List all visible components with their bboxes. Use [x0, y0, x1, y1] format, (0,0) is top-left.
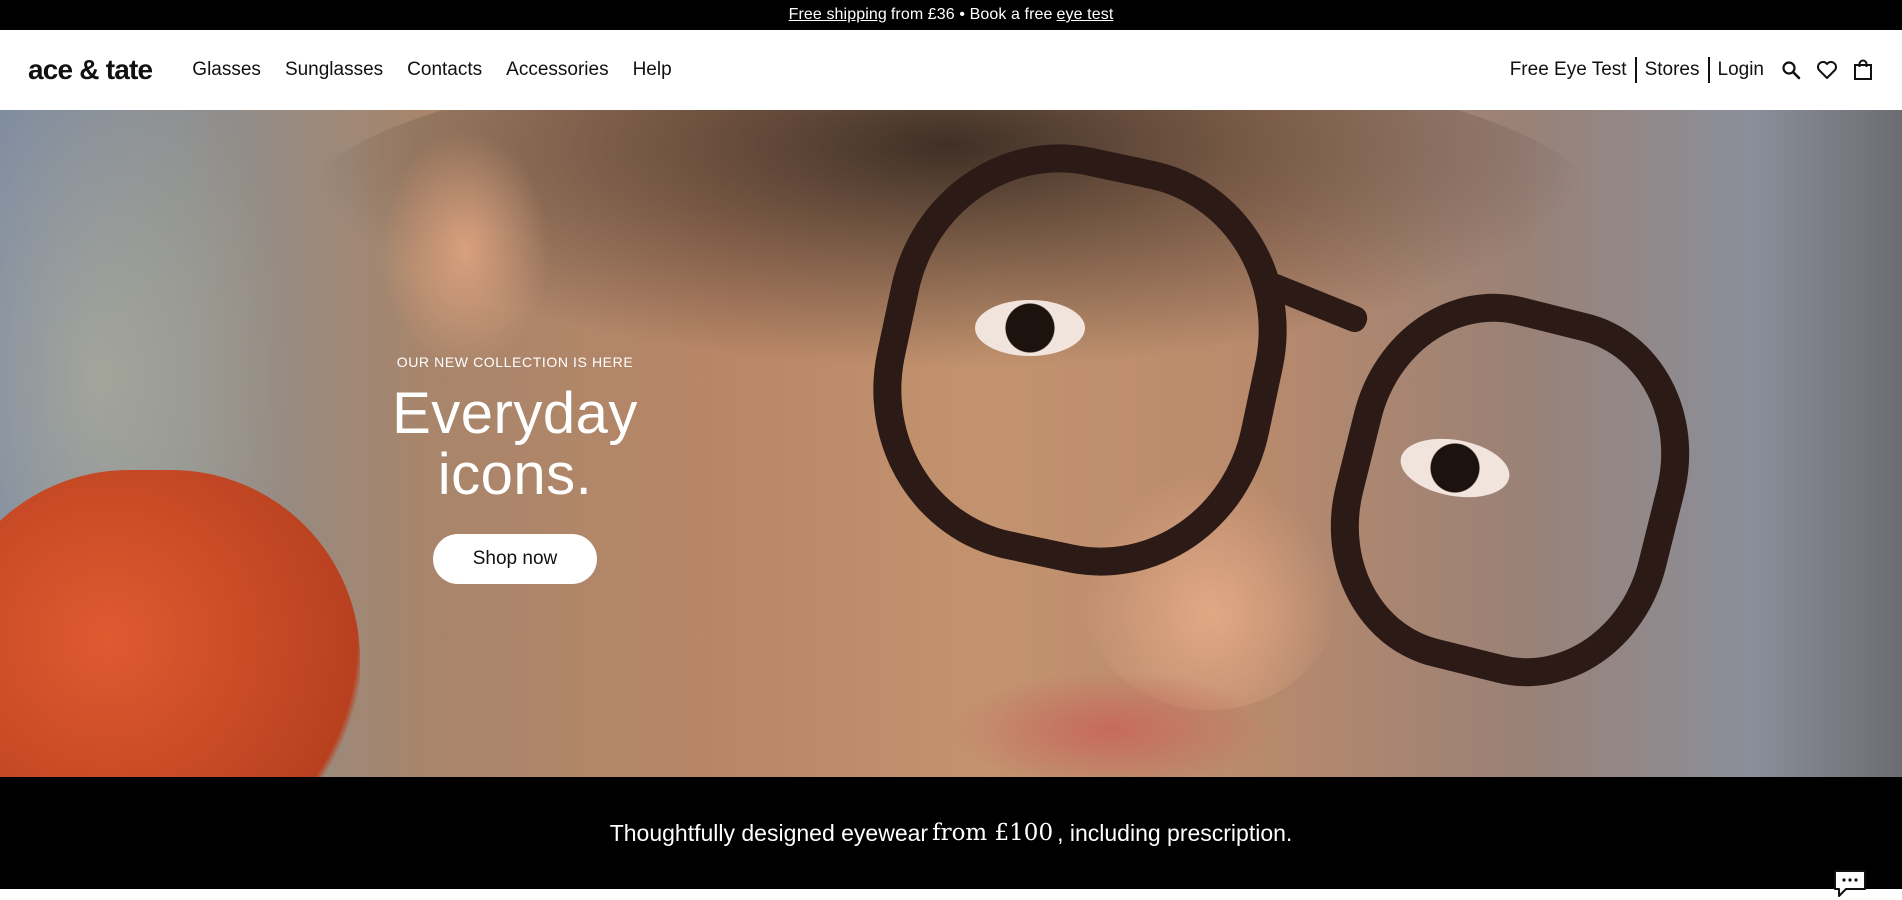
hero-headline: Everyday icons. — [392, 381, 638, 507]
tagline-price: from £100 — [932, 820, 1054, 846]
hero-banner: OUR NEW COLLECTION IS HERE Everyday icon… — [0, 110, 1902, 777]
logo[interactable]: ace & tate — [28, 54, 153, 86]
search-icon[interactable] — [1780, 59, 1802, 81]
main-nav: Glasses Sunglasses Contacts Accessories … — [192, 59, 671, 81]
free-shipping-link[interactable]: Free shipping — [789, 6, 887, 24]
site-header: ace & tate Glasses Sunglasses Contacts A… — [0, 30, 1902, 110]
hero-content: OUR NEW COLLECTION IS HERE Everyday icon… — [328, 354, 702, 584]
divider — [1634, 57, 1637, 83]
bag-icon[interactable] — [1852, 59, 1874, 81]
nav-contacts[interactable]: Contacts — [407, 59, 482, 81]
nav-accessories[interactable]: Accessories — [506, 59, 608, 81]
announcement-text: from £36 • Book a free — [890, 6, 1053, 23]
stores-link[interactable]: Stores — [1645, 59, 1700, 81]
eye-test-link[interactable]: eye test — [1057, 6, 1114, 24]
header-icons — [1780, 59, 1874, 81]
chat-icon[interactable] — [1832, 868, 1868, 898]
shop-now-button[interactable]: Shop now — [432, 533, 598, 584]
header-utility: Free Eye Test Stores Login — [1510, 57, 1874, 83]
free-eye-test-link[interactable]: Free Eye Test — [1510, 59, 1627, 81]
tagline-text: Thoughtfully designed eyewear — [609, 819, 929, 846]
heart-icon[interactable] — [1816, 59, 1838, 81]
hero-eyebrow: OUR NEW COLLECTION IS HERE — [396, 354, 634, 370]
hero-photo-ear — [380, 130, 550, 370]
announcement-bar: Free shipping from £36 • Book a free eye… — [0, 0, 1902, 30]
tagline-text-end: , including prescription. — [1057, 819, 1293, 846]
tagline-bar: Thoughtfully designed eyewear from £100 … — [0, 777, 1902, 889]
nav-help[interactable]: Help — [633, 59, 672, 81]
nav-sunglasses[interactable]: Sunglasses — [285, 59, 383, 81]
nav-glasses[interactable]: Glasses — [192, 59, 261, 81]
login-link[interactable]: Login — [1718, 59, 1765, 81]
divider — [1707, 57, 1710, 83]
